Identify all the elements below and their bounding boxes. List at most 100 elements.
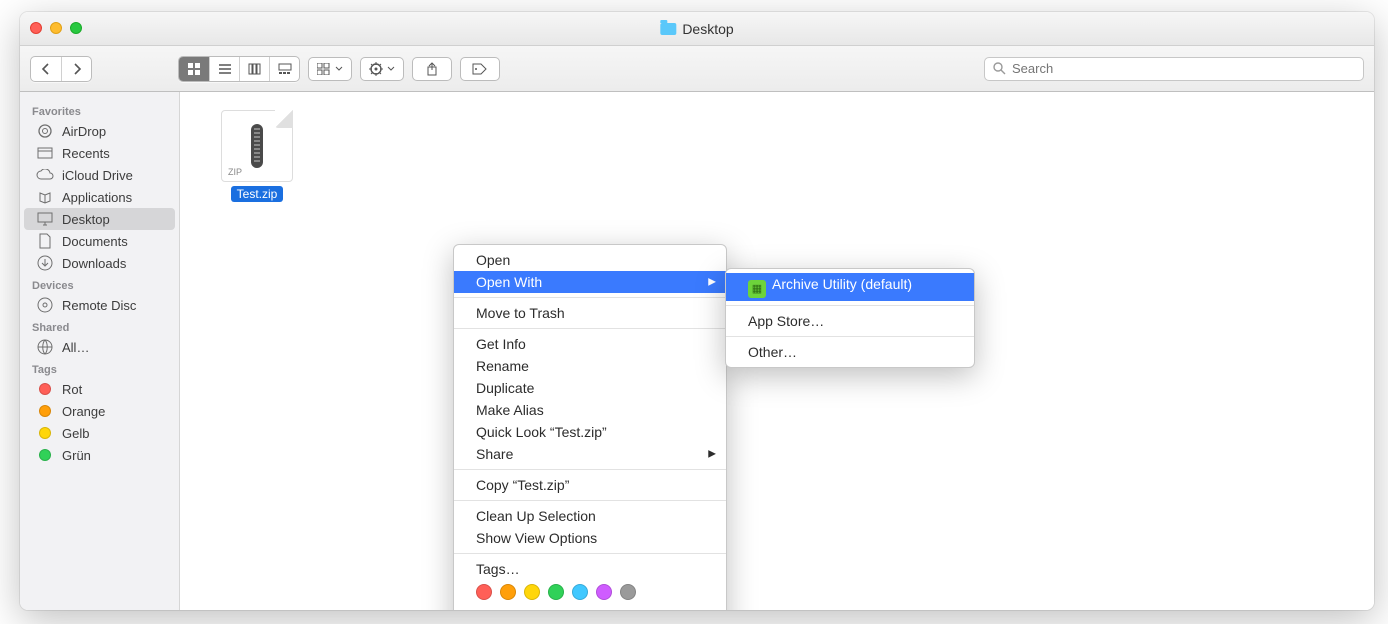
sidebar-item-label: Desktop — [62, 212, 110, 227]
file-item[interactable]: ZIP Test.zip — [213, 110, 301, 202]
sidebar-item-label: All… — [62, 340, 89, 355]
menu-tags[interactable]: Tags… — [454, 558, 726, 580]
tag-color-orange[interactable] — [500, 584, 516, 600]
search-icon — [993, 62, 1006, 75]
sidebar-heading-devices: Devices — [20, 274, 179, 294]
sidebar-item-icloud[interactable]: iCloud Drive — [24, 164, 175, 186]
sidebar-heading-shared: Shared — [20, 316, 179, 336]
sidebar-item-documents[interactable]: Documents — [24, 230, 175, 252]
sidebar-item-label: Gelb — [62, 426, 89, 441]
sidebar-item-desktop[interactable]: Desktop — [24, 208, 175, 230]
context-menu: Open Open With▶ Move to Trash Get Info R… — [453, 244, 727, 610]
sidebar-item-label: iCloud Drive — [62, 168, 133, 183]
menu-open-with[interactable]: Open With▶ — [454, 271, 726, 293]
sidebar-item-tag-orange[interactable]: Orange — [24, 400, 175, 422]
downloads-icon — [36, 255, 54, 271]
menu-separator — [454, 297, 726, 298]
menu-move-to-trash[interactable]: Move to Trash — [454, 302, 726, 324]
tag-dot-icon — [39, 427, 51, 439]
sidebar-item-applications[interactable]: Applications — [24, 186, 175, 208]
menu-separator — [454, 500, 726, 501]
submenu-archive-utility[interactable]: ▦Archive Utility (default) — [726, 273, 974, 301]
forward-button[interactable] — [61, 57, 91, 81]
gallery-view-button[interactable] — [269, 57, 299, 81]
nav-segment — [30, 56, 92, 82]
column-view-button[interactable] — [239, 57, 269, 81]
airdrop-icon — [36, 123, 54, 139]
disc-icon — [36, 297, 54, 313]
share-button[interactable] — [412, 57, 452, 81]
menu-make-alias[interactable]: Make Alias — [454, 399, 726, 421]
tag-color-yellow[interactable] — [524, 584, 540, 600]
back-button[interactable] — [31, 57, 61, 81]
sidebar-heading-tags: Tags — [20, 358, 179, 378]
tag-color-red[interactable] — [476, 584, 492, 600]
menu-separator — [726, 336, 974, 337]
submenu-other[interactable]: Other… — [726, 341, 974, 363]
maximize-button[interactable] — [70, 22, 82, 34]
sidebar-item-remotedisc[interactable]: Remote Disc — [24, 294, 175, 316]
submenu-app-store[interactable]: App Store… — [726, 310, 974, 332]
sidebar-item-label: Grün — [62, 448, 91, 463]
desktop-icon — [36, 211, 54, 227]
menu-separator — [454, 553, 726, 554]
submenu-arrow-icon: ▶ — [708, 277, 716, 288]
icon-view-button[interactable] — [179, 57, 209, 81]
list-view-button[interactable] — [209, 57, 239, 81]
close-button[interactable] — [30, 22, 42, 34]
sidebar-item-tag-yellow[interactable]: Gelb — [24, 422, 175, 444]
menu-separator — [454, 328, 726, 329]
tag-dot-icon — [39, 405, 51, 417]
archive-utility-icon: ▦ — [748, 280, 766, 298]
sidebar-item-airdrop[interactable]: AirDrop — [24, 120, 175, 142]
window-title: Desktop — [682, 21, 733, 37]
sidebar-item-label: Documents — [62, 234, 128, 249]
sidebar-item-label: Rot — [62, 382, 82, 397]
sidebar-heading-favorites: Favorites — [20, 100, 179, 120]
minimize-button[interactable] — [50, 22, 62, 34]
folder-icon — [660, 23, 676, 35]
finder-window: Desktop Favorites AirDrop Recents iC — [20, 12, 1374, 610]
documents-icon — [36, 233, 54, 249]
menu-open[interactable]: Open — [454, 249, 726, 271]
sidebar-item-label: AirDrop — [62, 124, 106, 139]
titlebar: Desktop — [20, 12, 1374, 46]
sidebar-item-label: Recents — [62, 146, 110, 161]
network-icon — [36, 339, 54, 355]
sidebar-item-label: Applications — [62, 190, 132, 205]
menu-quick-look[interactable]: Quick Look “Test.zip” — [454, 421, 726, 443]
sidebar-item-label: Orange — [62, 404, 105, 419]
menu-separator — [726, 305, 974, 306]
menu-share[interactable]: Share▶ — [454, 443, 726, 465]
sidebar-item-all[interactable]: All… — [24, 336, 175, 358]
applications-icon — [36, 189, 54, 205]
arrange-button[interactable] — [308, 57, 352, 81]
sidebar-item-recents[interactable]: Recents — [24, 142, 175, 164]
tag-color-blue[interactable] — [572, 584, 588, 600]
file-area[interactable]: ZIP Test.zip Open Open With▶ Move to Tra… — [180, 92, 1374, 610]
tag-button[interactable] — [460, 57, 500, 81]
submenu-arrow-icon: ▶ — [708, 449, 716, 460]
tag-color-purple[interactable] — [596, 584, 612, 600]
sidebar-item-tag-green[interactable]: Grün — [24, 444, 175, 466]
tag-color-gray[interactable] — [620, 584, 636, 600]
sidebar-item-tag-red[interactable]: Rot — [24, 378, 175, 400]
traffic-lights — [30, 22, 82, 34]
tag-color-green[interactable] — [548, 584, 564, 600]
sidebar-item-label: Remote Disc — [62, 298, 136, 313]
menu-duplicate[interactable]: Duplicate — [454, 377, 726, 399]
zip-file-icon: ZIP — [221, 110, 293, 182]
menu-copy[interactable]: Copy “Test.zip” — [454, 474, 726, 496]
menu-clean-up[interactable]: Clean Up Selection — [454, 505, 726, 527]
recents-icon — [36, 145, 54, 161]
sidebar-item-downloads[interactable]: Downloads — [24, 252, 175, 274]
menu-separator — [454, 469, 726, 470]
menu-rename[interactable]: Rename — [454, 355, 726, 377]
menu-view-options[interactable]: Show View Options — [454, 527, 726, 549]
menu-get-info[interactable]: Get Info — [454, 333, 726, 355]
action-button[interactable] — [360, 57, 404, 81]
menu-tag-colors — [454, 580, 726, 608]
search-input[interactable] — [1012, 61, 1355, 76]
sidebar-item-label: Downloads — [62, 256, 126, 271]
search-field[interactable] — [984, 57, 1364, 81]
